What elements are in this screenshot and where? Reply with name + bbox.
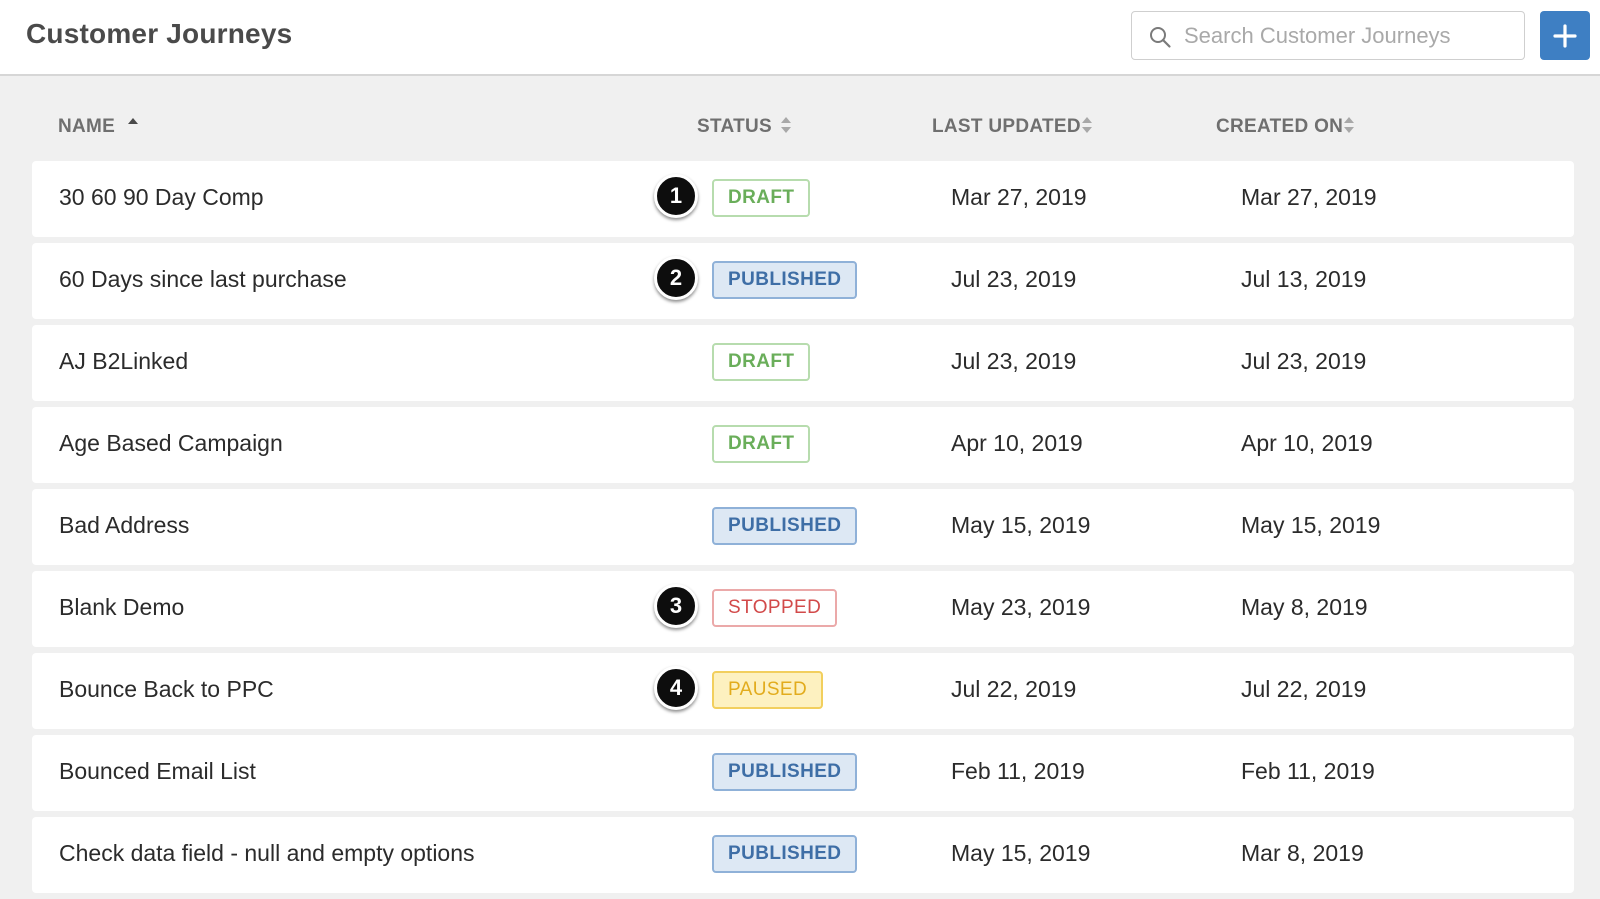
table-row[interactable]: AJ B2Linked DRAFT Jul 23, 2019 Jul 23, 2… [32,325,1574,401]
sort-icon [781,117,791,133]
table-row[interactable]: Bounced Email List PUBLISHED Feb 11, 201… [32,735,1574,811]
column-header-last-updated[interactable]: LAST UPDATED [932,116,1092,138]
last-updated: Jul 22, 2019 [951,676,1077,702]
status-badge: PUBLISHED [712,507,858,545]
created-on: Jul 13, 2019 [1241,266,1367,292]
table-row[interactable]: Check data field - null and empty option… [32,817,1574,893]
last-updated: Jul 23, 2019 [951,348,1077,374]
created-on: May 15, 2019 [1241,512,1381,538]
plus-icon [1553,24,1577,48]
add-journey-button[interactable] [1540,11,1590,60]
search-input[interactable] [1184,18,1514,54]
created-on: Mar 8, 2019 [1241,840,1364,866]
status-badge: DRAFT [712,343,811,381]
created-on: Jul 22, 2019 [1241,676,1367,702]
column-header-name[interactable]: NAME [58,116,138,138]
column-header-status-label: STATUS [697,116,772,137]
journey-name: AJ B2Linked [59,348,189,374]
created-on: Jul 23, 2019 [1241,348,1367,374]
sort-icon [1082,117,1092,133]
search-icon [1150,27,1171,48]
journey-name: Age Based Campaign [59,430,283,456]
callout-marker: 2 [654,256,698,300]
journey-name: Bounced Email List [59,758,256,784]
last-updated: May 23, 2019 [951,594,1091,620]
journey-name: 30 60 90 Day Comp [59,184,264,210]
last-updated: Apr 10, 2019 [951,430,1083,456]
table-row[interactable]: Bounce Back to PPC 4 PAUSED Jul 22, 2019… [32,653,1574,729]
table-row[interactable]: Blank Demo 3 STOPPED May 23, 2019 May 8,… [32,571,1574,647]
status-badge: DRAFT [712,179,811,217]
table-row[interactable]: Age Based Campaign DRAFT Apr 10, 2019 Ap… [32,407,1574,483]
status-badge: STOPPED [712,589,838,627]
created-on: Feb 11, 2019 [1241,758,1375,784]
table-row[interactable]: 60 Days since last purchase 2 PUBLISHED … [32,243,1574,319]
created-on: Apr 10, 2019 [1241,430,1373,456]
top-bar: Customer Journeys [0,0,1600,76]
column-header-name-label: NAME [58,116,116,137]
column-header-created-on[interactable]: CREATED ON [1216,116,1354,138]
journey-name: Bad Address [59,512,190,538]
table-row[interactable]: Bad Address PUBLISHED May 15, 2019 May 1… [32,489,1574,565]
callout-marker: 4 [654,666,698,710]
journey-name: Bounce Back to PPC [59,676,274,702]
callout-marker: 1 [654,174,698,218]
sort-icon [1344,117,1354,133]
page-title: Customer Journeys [26,18,293,49]
journey-name: Blank Demo [59,594,185,620]
created-on: Mar 27, 2019 [1241,184,1377,210]
column-header-created-on-label: CREATED ON [1216,116,1344,137]
status-badge: PUBLISHED [712,261,858,299]
status-badge: PUBLISHED [712,753,858,791]
status-badge: DRAFT [712,425,811,463]
table-row[interactable]: 30 60 90 Day Comp 1 DRAFT Mar 27, 2019 M… [32,161,1574,237]
last-updated: Jul 23, 2019 [951,266,1077,292]
last-updated: May 15, 2019 [951,840,1091,866]
status-badge: PUBLISHED [712,835,858,873]
last-updated: Feb 11, 2019 [951,758,1085,784]
column-header-last-updated-label: LAST UPDATED [932,116,1081,137]
sort-ascending-icon [128,118,138,124]
created-on: May 8, 2019 [1241,594,1368,620]
journey-name: 60 Days since last purchase [59,266,347,292]
journey-list: 30 60 90 Day Comp 1 DRAFT Mar 27, 2019 M… [32,161,1574,899]
journey-name: Check data field - null and empty option… [59,840,475,866]
callout-marker: 3 [654,584,698,628]
column-header-status[interactable]: STATUS [697,116,791,138]
search-box[interactable] [1131,11,1525,60]
last-updated: Mar 27, 2019 [951,184,1087,210]
last-updated: May 15, 2019 [951,512,1091,538]
status-badge: PAUSED [712,671,824,709]
